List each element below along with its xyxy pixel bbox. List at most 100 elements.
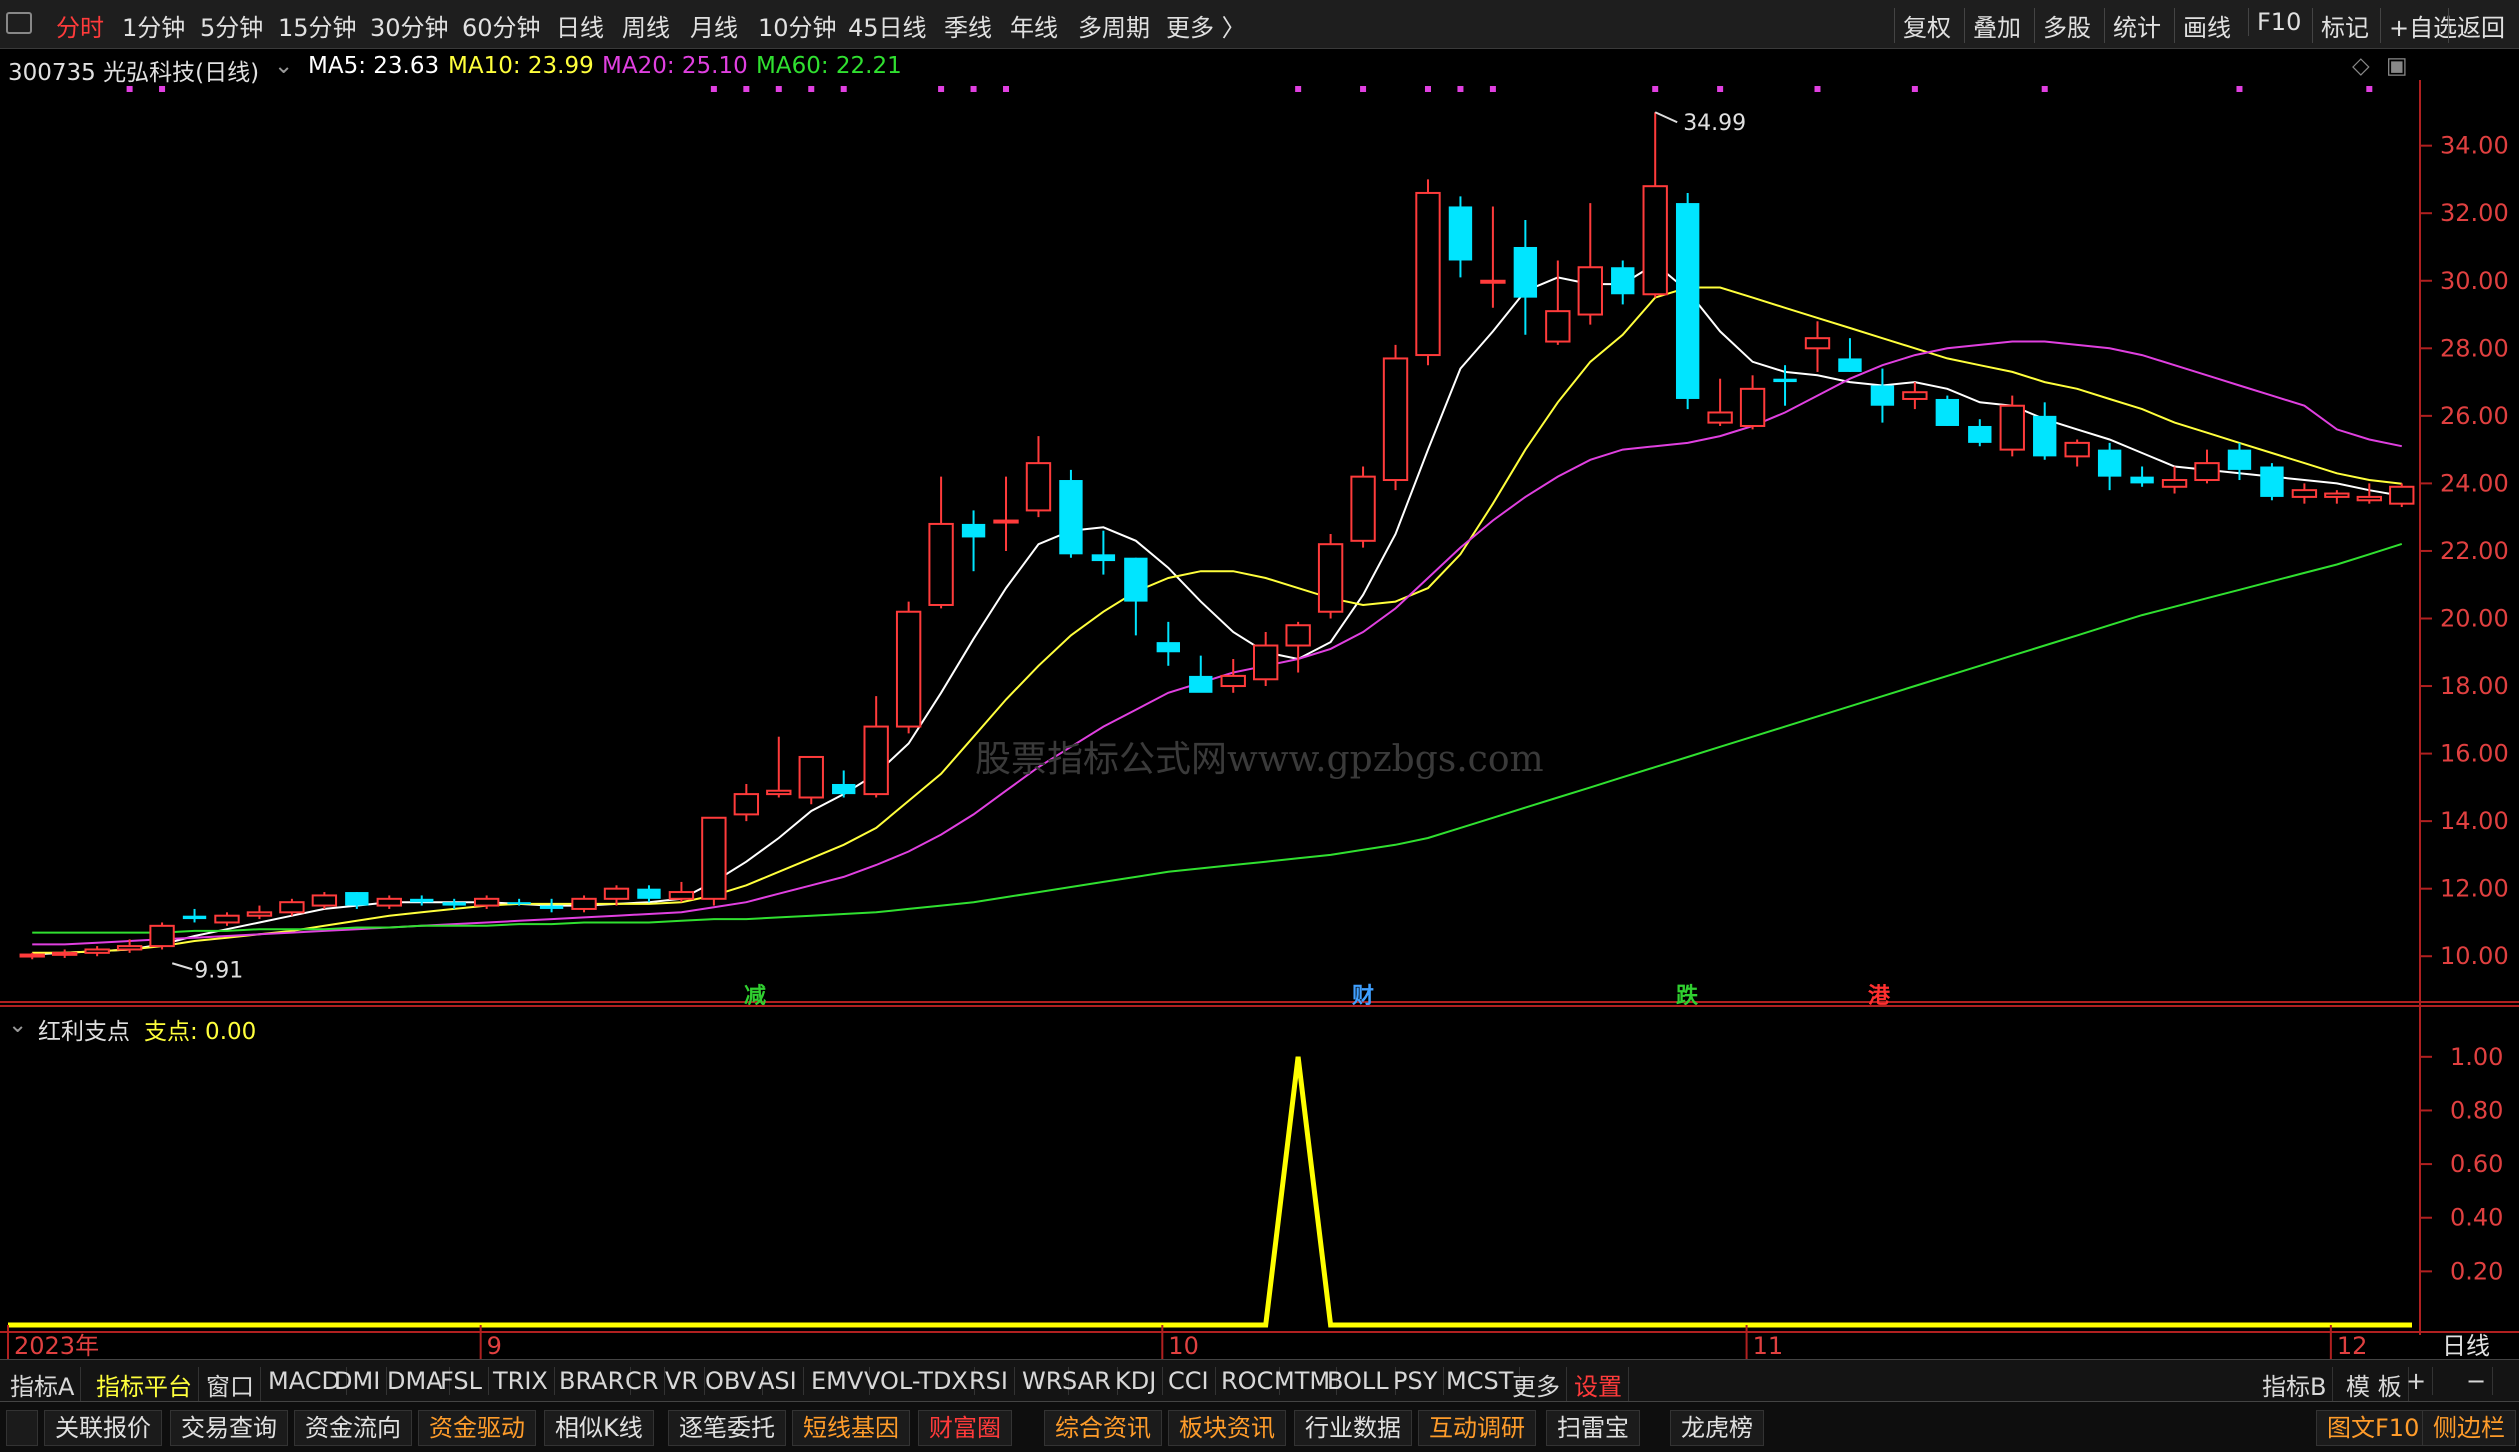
function-tab-2[interactable]: 资金流向 bbox=[294, 1410, 412, 1446]
function-tab-6[interactable]: 短线基因 bbox=[792, 1410, 910, 1446]
period-tab-8[interactable]: 月线 bbox=[690, 8, 738, 43]
function-tab-12[interactable]: 扫雷宝 bbox=[1546, 1410, 1640, 1446]
period-tab-5[interactable]: 60分钟 bbox=[462, 8, 541, 43]
candle-body bbox=[1253, 644, 1279, 681]
candle-body bbox=[603, 887, 630, 900]
candle-body bbox=[1415, 191, 1441, 357]
candle-body bbox=[1059, 480, 1083, 555]
candle-body bbox=[2356, 495, 2382, 502]
indicator-tab-4[interactable]: DMI bbox=[328, 1367, 388, 1395]
tool-button-0[interactable]: 复权 bbox=[1894, 8, 1951, 43]
tool-button-3[interactable]: 统计 bbox=[2104, 8, 2161, 43]
signal-dot bbox=[126, 86, 133, 92]
indicator-chart[interactable]: 0.20 0.40 0.60 0.80 1.00 2023年 9 10 11 12 日线 bbox=[0, 1005, 2519, 1359]
signal-dot bbox=[1457, 86, 1464, 92]
y-tick-label: 34.00 bbox=[2440, 132, 2509, 160]
function-tab-4[interactable]: 相似K线 bbox=[544, 1410, 654, 1446]
candle-body bbox=[182, 915, 207, 920]
function-tab-13[interactable]: 龙虎榜 bbox=[1670, 1410, 1764, 1446]
signal-dot bbox=[2236, 86, 2243, 92]
candle-body bbox=[1611, 267, 1635, 295]
ma5-label: MA5: 23.63 bbox=[308, 53, 440, 79]
period-tab-6[interactable]: 日线 bbox=[556, 8, 604, 43]
function-tab-10[interactable]: 行业数据 bbox=[1294, 1410, 1412, 1446]
function-tab-5[interactable]: 逐笔委托 bbox=[668, 1410, 786, 1446]
period-tab-7[interactable]: 周线 bbox=[622, 8, 670, 43]
tool-button-2[interactable]: 多股 bbox=[2034, 8, 2091, 43]
bottom-menu-icon[interactable] bbox=[6, 1410, 38, 1446]
candle-body bbox=[376, 897, 402, 907]
function-tab-7[interactable]: 财富圈 bbox=[918, 1410, 1012, 1446]
candle-body bbox=[1870, 385, 1895, 406]
function-tab-11[interactable]: 互动调研 bbox=[1418, 1410, 1536, 1446]
indicator-right-tab-1[interactable]: 模 板 bbox=[2340, 1367, 2409, 1402]
candle-body bbox=[961, 523, 986, 538]
collapse-icon[interactable]: ⌄ bbox=[274, 53, 293, 79]
chart-header: 300735 光弘科技(日线) ⌄ MA5: 23.63 MA10: 23.99… bbox=[0, 48, 2420, 86]
function-tab-3[interactable]: 资金驱动 bbox=[418, 1410, 536, 1446]
x-tick-label: 2023年 bbox=[14, 1332, 99, 1359]
indicator-tab-14[interactable]: VOL-TDX bbox=[858, 1367, 975, 1395]
period-tab-13[interactable]: 多周期 bbox=[1078, 8, 1150, 43]
candle-body bbox=[1935, 398, 1960, 426]
indicator-right-tab-3[interactable]: − bbox=[2460, 1367, 2494, 1395]
function-tab-9[interactable]: 板块资讯 bbox=[1168, 1410, 1286, 1446]
indicator-right-tab-2[interactable]: + bbox=[2400, 1367, 2434, 1395]
signal-dot bbox=[970, 86, 977, 92]
tool-button-1[interactable]: 叠加 bbox=[1964, 8, 2021, 43]
period-tab-4[interactable]: 30分钟 bbox=[370, 8, 449, 43]
indicator-tab-22[interactable]: BOLL bbox=[1321, 1367, 1396, 1395]
period-tab-2[interactable]: 5分钟 bbox=[200, 8, 263, 43]
window-icon[interactable]: ▣ bbox=[2386, 53, 2408, 79]
period-tab-10[interactable]: 45日线 bbox=[848, 8, 927, 43]
signal-dot bbox=[159, 86, 166, 92]
period-tab-14[interactable]: 更多 〉 bbox=[1166, 8, 1246, 43]
tool-button-6[interactable]: 标记 bbox=[2312, 8, 2369, 43]
diamond-icon[interactable]: ◇ bbox=[2352, 53, 2370, 79]
candle-body bbox=[246, 911, 273, 917]
tool-button-4[interactable]: 画线 bbox=[2174, 8, 2231, 43]
candlestick-chart[interactable]: 10.00 12.00 14.00 16.00 18.00 20.00 22.00 24.00… bbox=[0, 80, 2519, 1005]
candle-body bbox=[1642, 185, 1668, 296]
candle-body bbox=[539, 905, 564, 909]
side-tab-0[interactable]: 图文F10 bbox=[2316, 1410, 2431, 1446]
ma20-label: MA20: 25.10 bbox=[602, 53, 748, 79]
candle-body bbox=[2161, 479, 2188, 488]
candle-body bbox=[410, 898, 434, 903]
indicator-right-tab-0[interactable]: 指标B bbox=[2256, 1367, 2334, 1402]
indicator-tab-18[interactable]: KDJ bbox=[1109, 1367, 1164, 1395]
high-arrow bbox=[1654, 111, 1678, 124]
period-tab-1[interactable]: 1分钟 bbox=[122, 8, 185, 43]
indicator-tab-1[interactable]: 指标平台 bbox=[90, 1367, 199, 1402]
period-tab-11[interactable]: 季线 bbox=[944, 8, 992, 43]
indicator-tab-0[interactable]: 指标A bbox=[4, 1367, 82, 1402]
indicator-tab-19[interactable]: CCI bbox=[1162, 1367, 1216, 1395]
period-tab-9[interactable]: 10分钟 bbox=[758, 8, 837, 43]
function-tab-0[interactable]: 关联报价 bbox=[44, 1410, 162, 1446]
period-tab-0[interactable]: 分时 bbox=[56, 8, 104, 43]
side-tab-1[interactable]: 侧边栏 bbox=[2422, 1410, 2516, 1446]
signal-dot bbox=[2041, 86, 2048, 92]
tool-button-5[interactable]: F10 bbox=[2248, 8, 2301, 36]
indicator-tab-15[interactable]: RSI bbox=[963, 1367, 1015, 1395]
indicator-tab-25[interactable]: 更多 bbox=[1506, 1367, 1567, 1402]
candle-body bbox=[214, 914, 240, 924]
indicator-tab-7[interactable]: TRIX bbox=[487, 1367, 555, 1395]
indicator-tab-2[interactable]: 窗口 bbox=[200, 1367, 261, 1402]
period-tab-3[interactable]: 15分钟 bbox=[278, 8, 357, 43]
y-tick-label: 18.00 bbox=[2440, 672, 2509, 700]
indicator-tab-26[interactable]: 设置 bbox=[1568, 1367, 1629, 1402]
period-tab-12[interactable]: 年线 bbox=[1010, 8, 1058, 43]
candle-body bbox=[1804, 337, 1831, 350]
indicator-tab-6[interactable]: FSL bbox=[434, 1367, 489, 1395]
panel-toggle-icon[interactable] bbox=[6, 12, 32, 34]
function-tab-1[interactable]: 交易查询 bbox=[170, 1410, 288, 1446]
tool-button-8[interactable]: 返回 bbox=[2448, 8, 2505, 43]
signal-dot bbox=[775, 86, 782, 92]
tool-button-7[interactable]: +自选 bbox=[2380, 8, 2457, 43]
candle-body bbox=[798, 755, 824, 799]
indicator-tab-23[interactable]: PSY bbox=[1387, 1367, 1445, 1395]
function-tab-8[interactable]: 综合资讯 bbox=[1044, 1410, 1162, 1446]
indicator-tab-12[interactable]: ASI bbox=[752, 1367, 804, 1395]
candle-body bbox=[1902, 391, 1928, 400]
